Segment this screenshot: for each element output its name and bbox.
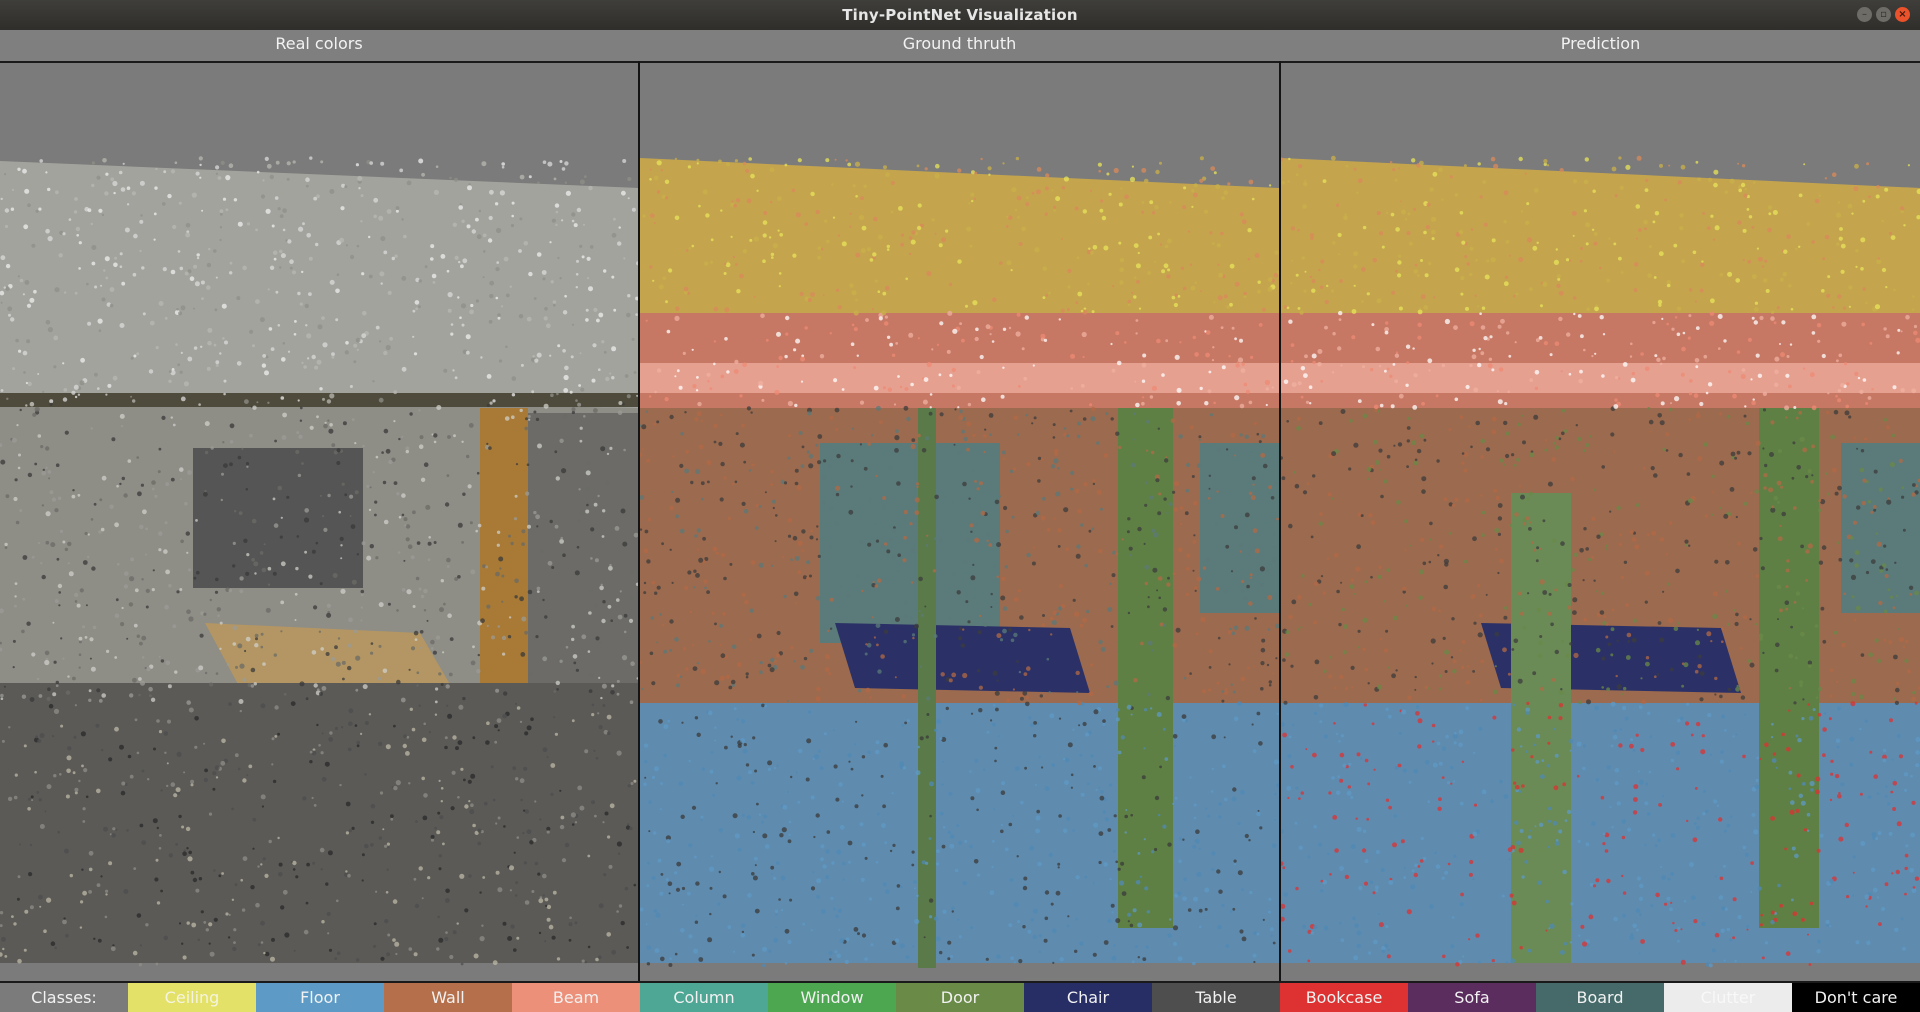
- ground-truth-point-cloud[interactable]: [640, 63, 1279, 981]
- legend-class-wall: Wall: [384, 983, 512, 1012]
- legend-class-beam: Beam: [512, 983, 640, 1012]
- legend-class-table: Table: [1152, 983, 1280, 1012]
- window-title: Tiny-PointNet Visualization: [842, 6, 1078, 24]
- legend-class-door: Door: [896, 983, 1024, 1012]
- app-window: Tiny-PointNet Visualization – ▫ × Real c…: [0, 0, 1920, 1012]
- maximize-button[interactable]: ▫: [1876, 7, 1891, 22]
- real-colors-point-cloud[interactable]: [0, 63, 638, 981]
- legend-class-bookcase: Bookcase: [1280, 983, 1408, 1012]
- legend-class-ceiling: Ceiling: [128, 983, 256, 1012]
- legend-label: Classes:: [31, 988, 97, 1007]
- legend-class-window: Window: [768, 983, 896, 1012]
- minimize-button[interactable]: –: [1857, 7, 1872, 22]
- prediction-point-cloud[interactable]: [1281, 63, 1920, 981]
- legend-class-dont-care: Don't care: [1792, 983, 1920, 1012]
- prediction-view[interactable]: [1281, 63, 1920, 981]
- ground-truth-view[interactable]: [640, 63, 1279, 981]
- real-colors-view[interactable]: [0, 63, 638, 981]
- legend-class-chair: Chair: [1024, 983, 1152, 1012]
- panel-headers: Real colors Ground thruth Prediction: [0, 30, 1920, 63]
- legend-class-clutter: Clutter: [1664, 983, 1792, 1012]
- class-legend: Classes: Ceiling Floor Wall Beam Column …: [0, 981, 1920, 1012]
- legend-class-column: Column: [640, 983, 768, 1012]
- panel-title-prediction: Prediction: [1560, 34, 1641, 53]
- panel-title-real-colors: Real colors: [275, 34, 363, 53]
- title-bar[interactable]: Tiny-PointNet Visualization – ▫ ×: [0, 0, 1920, 30]
- legend-class-board: Board: [1536, 983, 1664, 1012]
- close-button[interactable]: ×: [1895, 7, 1910, 22]
- legend-class-floor: Floor: [256, 983, 384, 1012]
- panel-title-ground-truth: Ground thruth: [902, 34, 1017, 53]
- legend-class-sofa: Sofa: [1408, 983, 1536, 1012]
